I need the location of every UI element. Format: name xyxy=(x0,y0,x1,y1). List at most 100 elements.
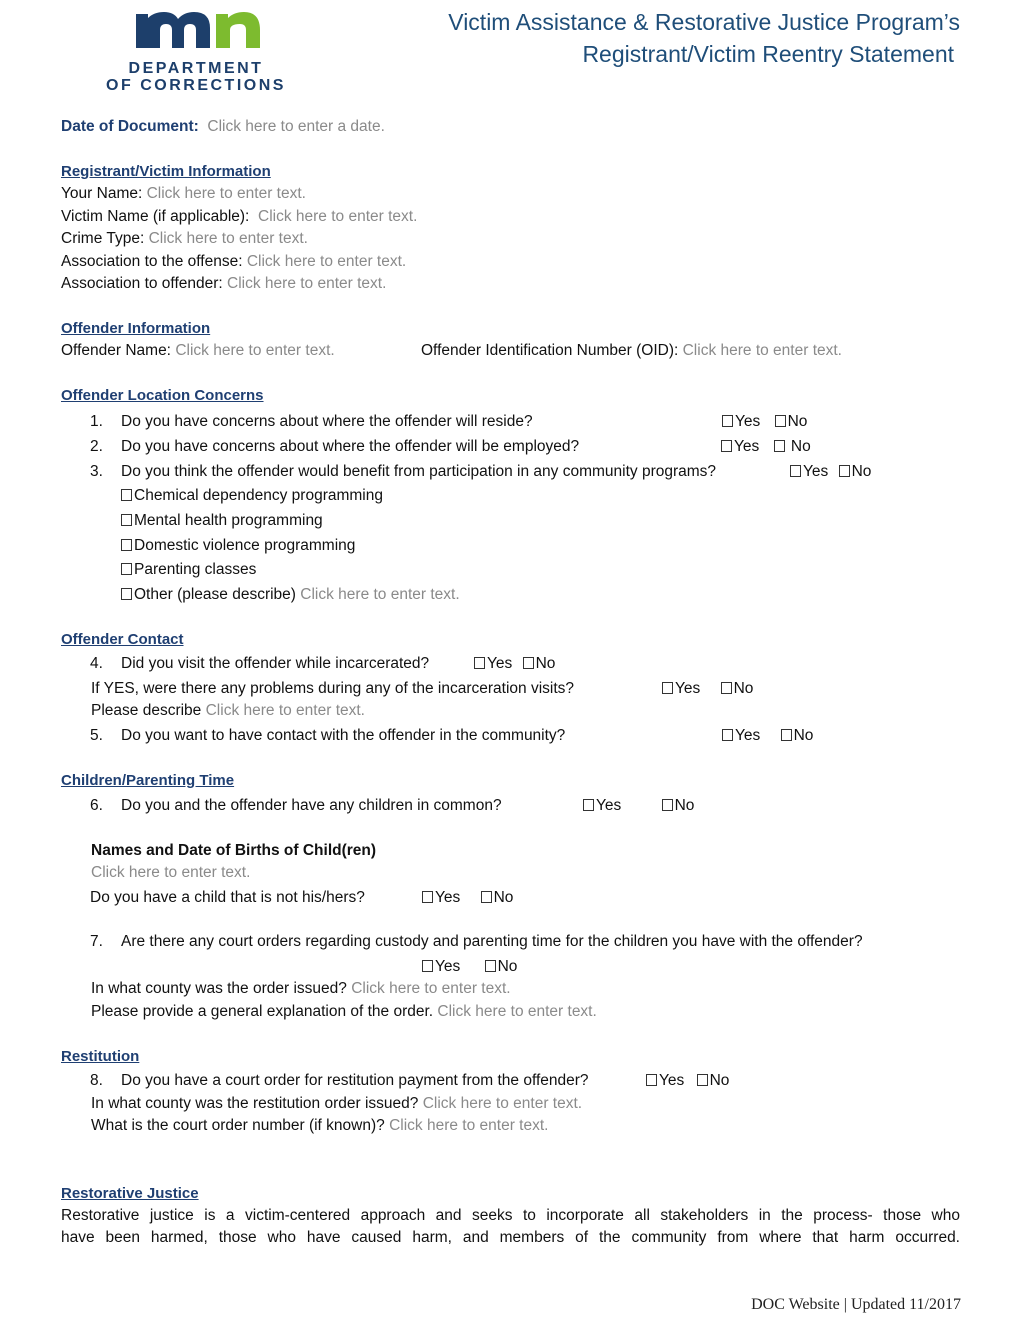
question-text: Are there any court orders regarding cus… xyxy=(121,933,863,950)
q7-yes-checkbox[interactable]: Yes xyxy=(422,957,460,977)
followup-yes-checkbox[interactable]: Yes xyxy=(662,679,700,699)
option-label: Yes xyxy=(675,680,701,697)
q1-options: Yes No xyxy=(722,412,807,432)
option-label: Yes xyxy=(487,655,513,672)
checkbox-icon xyxy=(121,563,132,575)
court-order-number-input[interactable]: Click here to enter text. xyxy=(389,1117,548,1134)
order-explanation-row: Please provide a general explanation of … xyxy=(91,1002,597,1022)
question-number: 4. xyxy=(90,655,103,672)
checkbox-icon xyxy=(662,682,673,694)
option-label: Yes xyxy=(735,727,761,744)
q2-no-checkbox[interactable]: No xyxy=(773,437,811,457)
field-offender-oid: Offender Identification Number (OID): Cl… xyxy=(421,341,842,361)
program-other-input[interactable]: Click here to enter text. xyxy=(300,586,459,603)
section-heading-restitution: Restitution xyxy=(61,1048,140,1065)
followup-options: Yes No xyxy=(662,679,753,699)
checkbox-icon xyxy=(583,799,594,811)
doc-logo: DEPARTMENT OF CORRECTIONS xyxy=(88,4,304,96)
question-7: 7. Are there any court orders regarding … xyxy=(90,932,863,952)
question-number: 6. xyxy=(90,797,103,814)
option-label: No xyxy=(493,889,514,906)
option-label: No xyxy=(535,655,556,672)
restitution-county-input[interactable]: Click here to enter text. xyxy=(423,1095,582,1112)
association-offender-input[interactable]: Click here to enter text. xyxy=(227,275,386,292)
checkbox-icon xyxy=(121,539,132,551)
q3-no-checkbox[interactable]: No xyxy=(838,462,871,482)
checkbox-icon xyxy=(522,657,534,669)
program-chemical-dependency[interactable]: Chemical dependency programming xyxy=(121,486,383,506)
q8-no-checkbox[interactable]: No xyxy=(696,1071,730,1091)
q6-no-checkbox[interactable]: No xyxy=(661,796,694,816)
checkbox-icon xyxy=(721,440,732,452)
q8-options: Yes No xyxy=(646,1071,729,1091)
question-2: 2. Do you have concerns about where the … xyxy=(90,437,579,457)
question-number: 7. xyxy=(90,933,103,950)
restitution-county-row: In what county was the restitution order… xyxy=(91,1094,582,1114)
order-county-row: In what county was the order issued? Cli… xyxy=(91,979,511,999)
restorative-justice-text-line1: Restorative justice is a victim-centered… xyxy=(61,1207,960,1224)
field-label: Association to the offense: xyxy=(61,253,243,270)
q4-yes-checkbox[interactable]: Yes xyxy=(474,654,512,674)
option-label: Yes xyxy=(735,413,761,430)
program-parenting-classes[interactable]: Parenting classes xyxy=(121,560,256,580)
question-text: Do you have a court order for restitutio… xyxy=(121,1072,589,1089)
document-title-line2: Registrant/Victim Reentry Statement xyxy=(582,41,954,67)
followup-no-checkbox[interactable]: No xyxy=(720,679,753,699)
question-5: 5. Do you want to have contact with the … xyxy=(90,726,565,746)
section-heading-children: Children/Parenting Time xyxy=(61,772,235,789)
q7-options: Yes No xyxy=(422,957,517,977)
option-label: No xyxy=(787,413,808,430)
order-explanation-input[interactable]: Click here to enter text. xyxy=(437,1003,596,1020)
offender-name-input[interactable]: Click here to enter text. xyxy=(175,342,334,359)
option-label: Yes xyxy=(435,889,461,906)
checkbox-icon xyxy=(773,440,785,452)
not-his-hers-no-checkbox[interactable]: No xyxy=(480,888,514,908)
field-offender-name: Offender Name: Click here to enter text. xyxy=(61,341,335,361)
victim-name-input[interactable]: Click here to enter text. xyxy=(258,208,417,225)
field-your-name: Your Name: Click here to enter text. xyxy=(61,184,306,204)
option-label: No xyxy=(497,958,518,975)
q4-no-checkbox[interactable]: No xyxy=(522,654,556,674)
offender-oid-input[interactable]: Click here to enter text. xyxy=(683,342,842,359)
checkbox-icon xyxy=(121,514,132,526)
option-label: Parenting classes xyxy=(134,561,257,578)
q7-no-checkbox[interactable]: No xyxy=(484,957,518,977)
order-county-input[interactable]: Click here to enter text. xyxy=(351,980,510,997)
crime-type-input[interactable]: Click here to enter text. xyxy=(149,230,308,247)
field-label: In what county was the restitution order… xyxy=(91,1095,419,1112)
program-other-checkbox[interactable]: Other (please describe) xyxy=(121,585,296,605)
option-label: Chemical dependency programming xyxy=(134,487,383,504)
date-input[interactable]: Click here to enter a date. xyxy=(207,118,385,135)
q1-no-checkbox[interactable]: No xyxy=(774,412,808,432)
program-domestic-violence[interactable]: Domestic violence programming xyxy=(121,536,355,556)
q3-options: Yes No xyxy=(790,462,871,482)
field-crime-type: Crime Type: Click here to enter text. xyxy=(61,229,308,249)
field-label: Offender Identification Number (OID): xyxy=(421,342,679,359)
describe-input[interactable]: Click here to enter text. xyxy=(206,702,365,719)
q5-no-checkbox[interactable]: No xyxy=(780,726,813,746)
describe-row: Please describe Click here to enter text… xyxy=(91,701,365,721)
option-label: No xyxy=(709,1072,730,1089)
q5-yes-checkbox[interactable]: Yes xyxy=(722,726,760,746)
checkbox-icon xyxy=(121,489,132,501)
question-text: Do you have concerns about where the off… xyxy=(121,413,533,430)
question-3: 3. Do you think the offender would benef… xyxy=(90,462,716,482)
checkbox-icon xyxy=(780,729,792,741)
program-mental-health[interactable]: Mental health programming xyxy=(121,511,323,531)
option-label: Yes xyxy=(435,958,461,975)
q3-yes-checkbox[interactable]: Yes xyxy=(790,462,828,482)
not-his-hers-question: Do you have a child that is not his/hers… xyxy=(90,889,365,906)
mn-logo-mark-icon xyxy=(136,12,260,48)
option-label: Yes xyxy=(734,438,760,455)
q2-yes-checkbox[interactable]: Yes xyxy=(721,437,759,457)
q8-yes-checkbox[interactable]: Yes xyxy=(646,1071,684,1091)
q1-yes-checkbox[interactable]: Yes xyxy=(722,412,760,432)
association-offense-input[interactable]: Click here to enter text. xyxy=(247,253,406,270)
your-name-input[interactable]: Click here to enter text. xyxy=(147,185,306,202)
not-his-hers-yes-checkbox[interactable]: Yes xyxy=(422,888,460,908)
followup-problems-question: If YES, were there any problems during a… xyxy=(91,680,575,697)
children-names-input[interactable]: Click here to enter text. xyxy=(91,863,250,883)
q6-yes-checkbox[interactable]: Yes xyxy=(583,796,621,816)
field-label: Please describe xyxy=(91,702,202,719)
checkbox-icon xyxy=(722,729,733,741)
